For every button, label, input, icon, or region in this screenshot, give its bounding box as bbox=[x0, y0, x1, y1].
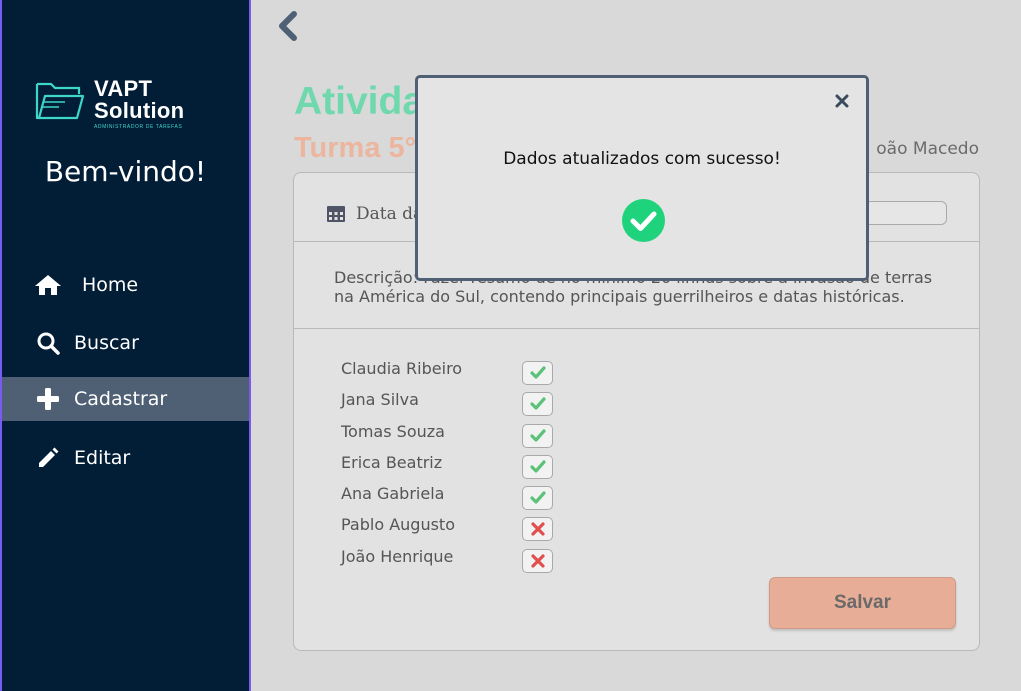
logo-tagline: ADMINISTRADOR DE TAREFAS bbox=[94, 124, 183, 130]
teacher-name: oão Macedo bbox=[876, 139, 979, 159]
presence-checkbox[interactable] bbox=[522, 517, 553, 542]
plus-icon bbox=[34, 387, 62, 411]
student-row: Ana Gabriela bbox=[341, 484, 561, 515]
pencil-icon bbox=[34, 446, 62, 470]
page-title: Ativida bbox=[294, 80, 425, 123]
student-row: Claudia Ribeiro bbox=[341, 359, 561, 390]
presence-checkbox[interactable] bbox=[522, 423, 553, 448]
page-subtitle: Turma 5° bbox=[294, 132, 417, 164]
presence-checkbox[interactable] bbox=[522, 486, 553, 511]
save-button[interactable]: Salvar bbox=[769, 577, 956, 629]
logo-line2: Solution bbox=[94, 98, 185, 123]
student-name: João Henrique bbox=[341, 546, 454, 566]
cross-icon bbox=[530, 522, 545, 537]
student-row: Tomas Souza bbox=[341, 422, 561, 453]
nav-item-edit[interactable]: Editar bbox=[2, 436, 249, 480]
presence-checkbox[interactable] bbox=[522, 392, 553, 417]
check-icon bbox=[529, 491, 546, 504]
home-icon bbox=[34, 273, 62, 297]
logo-title: VAPT Solution bbox=[94, 78, 184, 122]
presence-checkbox[interactable] bbox=[522, 361, 553, 385]
check-icon bbox=[529, 397, 546, 410]
modal-message: Dados atualizados com sucesso! bbox=[503, 149, 781, 169]
student-name: Ana Gabriela bbox=[341, 484, 445, 504]
logo: VAPT Solution ADMINISTRADOR DE TAREFAS bbox=[35, 78, 205, 134]
date-label: Data da bbox=[356, 204, 424, 224]
student-name: Pablo Augusto bbox=[341, 515, 455, 535]
student-name: Erica Beatriz bbox=[341, 452, 443, 472]
nav-label-edit: Editar bbox=[74, 447, 131, 469]
student-name: Jana Silva bbox=[341, 390, 419, 410]
close-button[interactable] bbox=[832, 91, 852, 111]
chevron-left-icon bbox=[279, 11, 297, 41]
student-name: Claudia Ribeiro bbox=[341, 359, 463, 378]
welcome-heading: Bem-vindo! bbox=[44, 155, 207, 188]
nav-item-register[interactable]: Cadastrar bbox=[2, 377, 249, 421]
student-row: Jana Silva bbox=[341, 390, 561, 421]
folder-icon bbox=[35, 82, 85, 120]
presence-checkbox[interactable] bbox=[522, 548, 553, 573]
search-icon bbox=[34, 331, 62, 355]
student-row: João Henrique bbox=[341, 547, 561, 578]
sidebar: VAPT Solution ADMINISTRADOR DE TAREFAS B… bbox=[0, 0, 251, 691]
logo-line1: VAPT bbox=[94, 76, 153, 101]
calendar-icon bbox=[327, 206, 345, 226]
check-icon bbox=[529, 428, 546, 442]
cross-icon bbox=[530, 554, 545, 568]
success-modal: Dados atualizados com sucesso! bbox=[415, 75, 869, 281]
back-button[interactable] bbox=[274, 10, 302, 42]
nav-label-home: Home bbox=[82, 274, 139, 296]
check-icon bbox=[529, 460, 546, 473]
student-name: Tomas Souza bbox=[341, 421, 445, 441]
check-icon bbox=[529, 366, 546, 379]
date-input[interactable] bbox=[859, 201, 947, 225]
presence-checkbox[interactable] bbox=[522, 454, 553, 479]
nav-label-register: Cadastrar bbox=[74, 388, 168, 410]
student-row: Pablo Augusto bbox=[341, 515, 561, 546]
nav-label-search: Buscar bbox=[74, 332, 139, 354]
success-check-icon bbox=[622, 199, 665, 246]
nav-item-search[interactable]: Buscar bbox=[2, 321, 249, 365]
student-list: Claudia Ribeiro Jana Silva Tomas Souza E… bbox=[341, 359, 561, 578]
student-row: Erica Beatriz bbox=[341, 453, 561, 484]
close-icon bbox=[835, 94, 849, 108]
nav-item-home[interactable]: Home bbox=[2, 263, 249, 307]
